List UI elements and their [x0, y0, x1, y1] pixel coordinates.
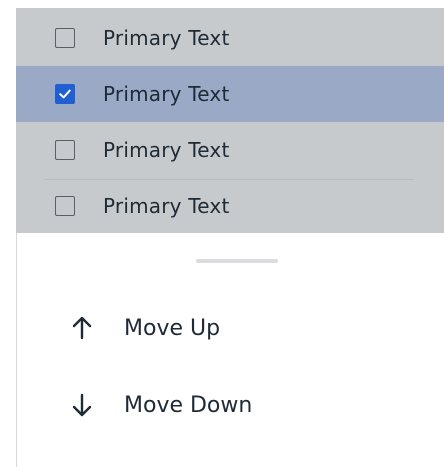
list-item-label: Primary Text	[103, 26, 230, 50]
sheet-drag-handle[interactable]	[196, 259, 278, 263]
move-down-label: Move Down	[124, 392, 253, 418]
list-item-label: Primary Text	[103, 138, 230, 162]
screen: Primary Text Primary Text Primary Text P…	[0, 0, 444, 467]
list-item[interactable]: Primary Text	[16, 10, 444, 66]
checkbox-unchecked[interactable]	[55, 28, 75, 48]
move-up-label: Move Up	[124, 315, 221, 341]
checkbox-unchecked[interactable]	[55, 140, 75, 160]
move-up-button[interactable]: Move Up	[17, 298, 444, 358]
arrow-up-icon	[72, 316, 92, 340]
list-item[interactable]: Primary Text	[16, 178, 444, 233]
arrow-down-icon	[72, 393, 92, 417]
checkbox-unchecked[interactable]	[55, 196, 75, 216]
checkbox-checked[interactable]	[55, 84, 75, 104]
list-item-label: Primary Text	[103, 194, 230, 218]
list-item[interactable]: Primary Text	[16, 122, 444, 178]
checkbox-list: Primary Text Primary Text Primary Text P…	[16, 8, 444, 233]
move-down-button[interactable]: Move Down	[17, 375, 444, 435]
list-item-selected[interactable]: Primary Text	[16, 66, 444, 122]
checkmark-icon	[59, 89, 71, 99]
list-item-label: Primary Text	[103, 82, 230, 106]
